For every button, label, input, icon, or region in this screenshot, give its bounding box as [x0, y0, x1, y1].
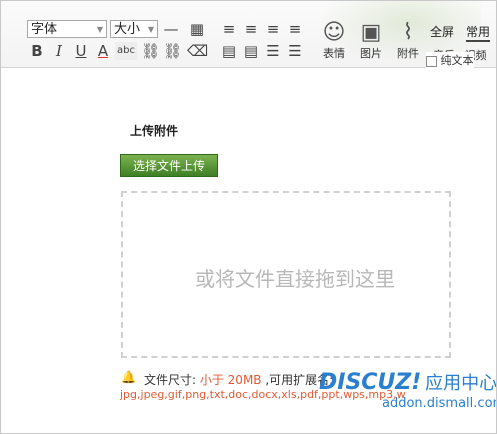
bold-icon[interactable]: B — [29, 42, 45, 60]
background-color-icon[interactable]: abc — [115, 42, 137, 60]
font-family-select[interactable]: 字体 ▼ — [27, 20, 107, 38]
select-file-upload-button[interactable]: 选择文件上传 — [120, 154, 218, 177]
image-icon: ▣ — [360, 20, 382, 45]
image-button[interactable]: ▣ 图片 — [354, 21, 388, 61]
editor-frame: 字体 ▼ 大小 ▼ — ▦ ≡ ≡ ≡ ≡ B I U A abc ⛓ ⛓ ⌫ … — [0, 0, 497, 434]
plaintext-toggle[interactable]: 纯文本 — [426, 52, 474, 68]
plaintext-label: 纯文本 — [440, 54, 474, 67]
size-value: 小于 20MB — [199, 373, 262, 387]
underline-icon[interactable]: U — [73, 42, 89, 60]
align-right-icon[interactable]: ≡ — [264, 20, 282, 38]
table-icon[interactable]: ▦ — [188, 20, 206, 38]
watermark-brand: DISCUZ! — [319, 370, 422, 395]
editor-toolbar: 字体 ▼ 大小 ▼ — ▦ ≡ ≡ ≡ ≡ B I U A abc ⛓ ⛓ ⌫ … — [1, 1, 496, 71]
watermark: DISCUZ! 应用中心 addon.dismall.com — [319, 369, 497, 411]
plaintext-checkbox[interactable] — [426, 55, 437, 67]
align-justify-icon[interactable]: ≡ — [286, 20, 304, 38]
emoji-button[interactable]: ☺ 表情 — [317, 21, 351, 61]
font-color-icon[interactable]: A — [95, 42, 111, 60]
attach-button[interactable]: ⌇ 附件 — [391, 21, 425, 61]
font-size-value: 大小 — [114, 22, 141, 37]
file-drop-zone[interactable]: 或将文件直接拖到这里 — [121, 191, 451, 358]
bell-icon: 🔔 — [121, 370, 136, 384]
unordered-list-icon[interactable]: ☰ — [286, 42, 304, 60]
attach-label: 附件 — [397, 47, 419, 60]
float-right-icon[interactable]: ▤ — [242, 42, 260, 60]
emoji-label: 表情 — [323, 47, 345, 60]
unlink-icon[interactable]: ⛓ — [163, 42, 182, 60]
watermark-url: addon.dismall.com — [382, 396, 497, 411]
paperclip-icon: ⌇ — [402, 20, 414, 45]
chevron-down-icon: ▼ — [96, 25, 103, 34]
image-label: 图片 — [360, 47, 382, 60]
horizontal-rule-icon[interactable]: — — [162, 20, 180, 38]
emoji-icon: ☺ — [322, 20, 346, 45]
eraser-icon[interactable]: ⌫ — [187, 42, 208, 60]
italic-icon[interactable]: I — [51, 42, 67, 60]
upload-limits: 文件尺寸: 小于 20MB ,可用扩展名: — [144, 371, 333, 388]
watermark-brand-cn: 应用中心 — [425, 373, 497, 394]
drop-hint: 或将文件直接拖到这里 — [195, 267, 395, 291]
align-left-icon[interactable]: ≡ — [220, 20, 238, 38]
font-size-select[interactable]: 大小 ▼ — [110, 20, 158, 38]
align-center-icon[interactable]: ≡ — [242, 20, 260, 38]
ordered-list-icon[interactable]: ☰ — [264, 42, 282, 60]
font-family-value: 字体 — [31, 22, 58, 37]
size-label: 文件尺寸: — [144, 373, 200, 387]
tab-common[interactable]: 常用 — [466, 23, 491, 42]
chevron-down-icon: ▼ — [147, 25, 154, 34]
upload-section-title: 上传附件 — [130, 124, 179, 138]
float-left-icon[interactable]: ▤ — [220, 42, 238, 60]
link-icon[interactable]: ⛓ — [141, 42, 160, 60]
fullscreen-toggle[interactable]: 全屏 — [430, 23, 454, 40]
